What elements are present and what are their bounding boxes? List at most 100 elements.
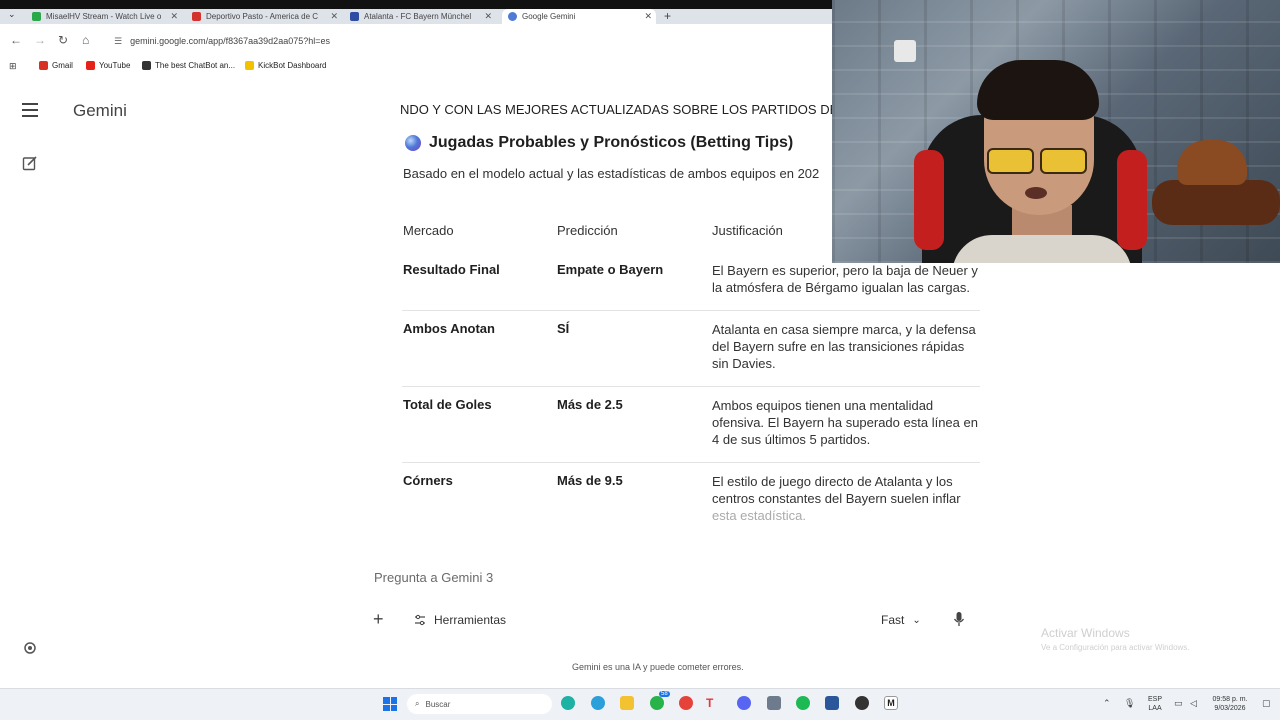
back-icon[interactable]: ← [10, 33, 22, 47]
webcam-overlay [832, 0, 1280, 263]
bookmark-youtube[interactable]: YouTube [86, 61, 130, 70]
mode-label: Fast [881, 613, 905, 627]
bookmark-gmail[interactable]: Gmail [39, 61, 73, 70]
whatsapp-icon[interactable] [650, 696, 664, 710]
telegram-icon[interactable] [591, 696, 605, 710]
model-mode-selector[interactable]: Fast ⌄ [881, 613, 921, 627]
taskbar-search[interactable]: ⌕ Buscar [407, 694, 552, 714]
table-row: Ambos Anotan SÍ Atalanta en casa siempre… [402, 311, 980, 387]
cell-prediction: Más de 9.5 [557, 473, 623, 488]
tab-misaelhv[interactable]: MisaelHV Stream - Watch Live o ✕ [26, 9, 182, 24]
tools-button[interactable]: Herramientas [414, 613, 506, 627]
bookmark-kickbot[interactable]: KickBot Dashboard [245, 61, 326, 70]
disclaimer-text: Gemini es una IA y puede cometer errores… [572, 662, 744, 672]
lang-top: ESP [1148, 696, 1163, 703]
close-tab-icon[interactable]: ✕ [644, 11, 652, 22]
search-placeholder: Buscar [425, 699, 451, 709]
cell-justification: El Bayern es superior, pero la baja de N… [712, 263, 978, 295]
tab-favicon-icon [350, 12, 359, 21]
bookmark-chatbot[interactable]: The best ChatBot an... [142, 61, 235, 70]
language-indicator[interactable]: ESP LAA [1148, 695, 1162, 713]
tab-search-chevron-icon[interactable]: ⌄ [8, 9, 16, 20]
whatsapp-badge: 58 [659, 691, 670, 697]
microphone-tray-icon[interactable]: 🎙 [1124, 698, 1135, 709]
cell-justification: El estilo de juego directo de Atalanta y… [712, 473, 980, 524]
windows-start-icon[interactable] [383, 697, 397, 711]
response-heading-fragment: NDO Y CON LAS MEJORES ACTUALIZADAS SOBRE… [400, 102, 832, 117]
tab-favicon-icon [508, 12, 517, 21]
discord-icon[interactable] [737, 696, 751, 710]
close-tab-icon[interactable]: ✕ [330, 11, 338, 22]
bookmark-label: The best ChatBot an... [155, 61, 236, 70]
tools-sliders-icon [415, 614, 425, 626]
bookmark-label: YouTube [99, 61, 131, 70]
windows-taskbar [0, 688, 1280, 720]
wall-outlet [894, 40, 916, 62]
tab-title: Deportivo Pasto - America de C [206, 12, 319, 21]
header-mercado: Mercado [403, 222, 454, 238]
tab-google-gemini[interactable]: Google Gemini ✕ [502, 9, 656, 24]
prompt-input[interactable]: Pregunta a Gemini 3 [374, 570, 493, 585]
close-tab-icon[interactable]: ✕ [170, 11, 178, 22]
tab-atalanta-bayern[interactable]: Atalanta - FC Bayern Münchel ✕ [344, 9, 496, 24]
bookmark-label: Gmail [52, 61, 73, 70]
cell-market: Ambos Anotan [403, 321, 495, 336]
gmail-icon [39, 61, 48, 70]
lang-bottom: LAA [1148, 705, 1162, 712]
add-attachment-button[interactable]: + [373, 610, 384, 628]
tab-title: Atalanta - FC Bayern Münchel [364, 12, 472, 21]
youtube-icon [86, 61, 95, 70]
shelf [1152, 180, 1280, 225]
word-icon[interactable] [825, 696, 839, 710]
crystal-ball-icon [405, 135, 421, 151]
typora-icon[interactable]: T [706, 696, 720, 710]
chrome-icon[interactable] [679, 696, 693, 710]
settings-gear-icon[interactable] [22, 640, 38, 656]
close-tab-icon[interactable]: ✕ [484, 11, 492, 22]
new-chat-icon[interactable] [22, 155, 38, 171]
reload-icon[interactable]: ↻ [58, 33, 68, 47]
spotify-icon[interactable] [796, 696, 810, 710]
section-intro: Basado en el modelo actual y las estadís… [403, 166, 820, 181]
home-icon[interactable]: ⌂ [82, 33, 89, 47]
cell-market: Total de Goles [403, 397, 492, 412]
apps-grid-icon[interactable]: ⊞ [9, 61, 17, 72]
main-menu-icon[interactable] [22, 103, 38, 117]
section-heading-text: Jugadas Probables y Pronósticos (Betting… [429, 134, 794, 151]
obs-icon[interactable] [855, 696, 869, 710]
watermark-line2: Ve a Configuración para activar Windows. [1041, 643, 1190, 652]
cell-prediction: SÍ [557, 321, 570, 336]
table-row: Total de Goles Más de 2.5 Ambos equipos … [402, 387, 980, 463]
search-icon: ⌕ [415, 699, 420, 708]
calculator-icon[interactable] [767, 696, 781, 710]
show-hidden-icons-icon[interactable]: ⌃ [1103, 698, 1111, 709]
microphone-icon[interactable] [953, 611, 965, 627]
url-field[interactable]: ☰ gemini.google.com/app/f8367aa39d2aa075… [110, 30, 830, 52]
section-heading: Jugadas Probables y Pronósticos (Betting… [405, 134, 793, 152]
clock-time: 09:58 p. m. [1212, 696, 1248, 703]
bookmark-label: KickBot Dashboard [258, 61, 327, 70]
windows-activation-watermark: Activar Windows Ve a Configuración para … [1041, 626, 1190, 652]
tab-deportivo-pasto[interactable]: Deportivo Pasto - America de C ✕ [186, 9, 342, 24]
forward-icon[interactable]: → [34, 33, 46, 47]
new-tab-button[interactable]: + [664, 9, 671, 23]
edge-icon[interactable] [561, 696, 575, 710]
app-m-icon[interactable]: M [884, 696, 898, 710]
network-icon[interactable]: ▭ [1174, 698, 1183, 709]
clock[interactable]: 09:58 p. m. 9/03/2026 [1210, 695, 1250, 713]
cell-justification: Ambos equipos tienen una mentalidad ofen… [712, 398, 978, 447]
file-explorer-icon[interactable] [620, 696, 634, 710]
notifications-icon[interactable]: ▢ [1262, 698, 1271, 709]
table-row: Córners Más de 9.5 El estilo de juego di… [402, 463, 980, 538]
cell-market: Resultado Final [403, 262, 500, 277]
site-info-icon[interactable]: ☰ [114, 36, 122, 47]
yellow-glasses [987, 148, 1087, 174]
volume-icon[interactable]: ◁ [1190, 698, 1197, 709]
tab-favicon-icon [32, 12, 41, 21]
tab-title: MisaelHV Stream - Watch Live o [46, 12, 162, 21]
chevron-down-icon: ⌄ [912, 614, 921, 626]
clock-date: 9/03/2026 [1214, 705, 1246, 712]
tools-label: Herramientas [434, 613, 507, 627]
watermark-line1: Activar Windows [1041, 626, 1130, 640]
gemini-logo-text: Gemini [73, 101, 127, 120]
